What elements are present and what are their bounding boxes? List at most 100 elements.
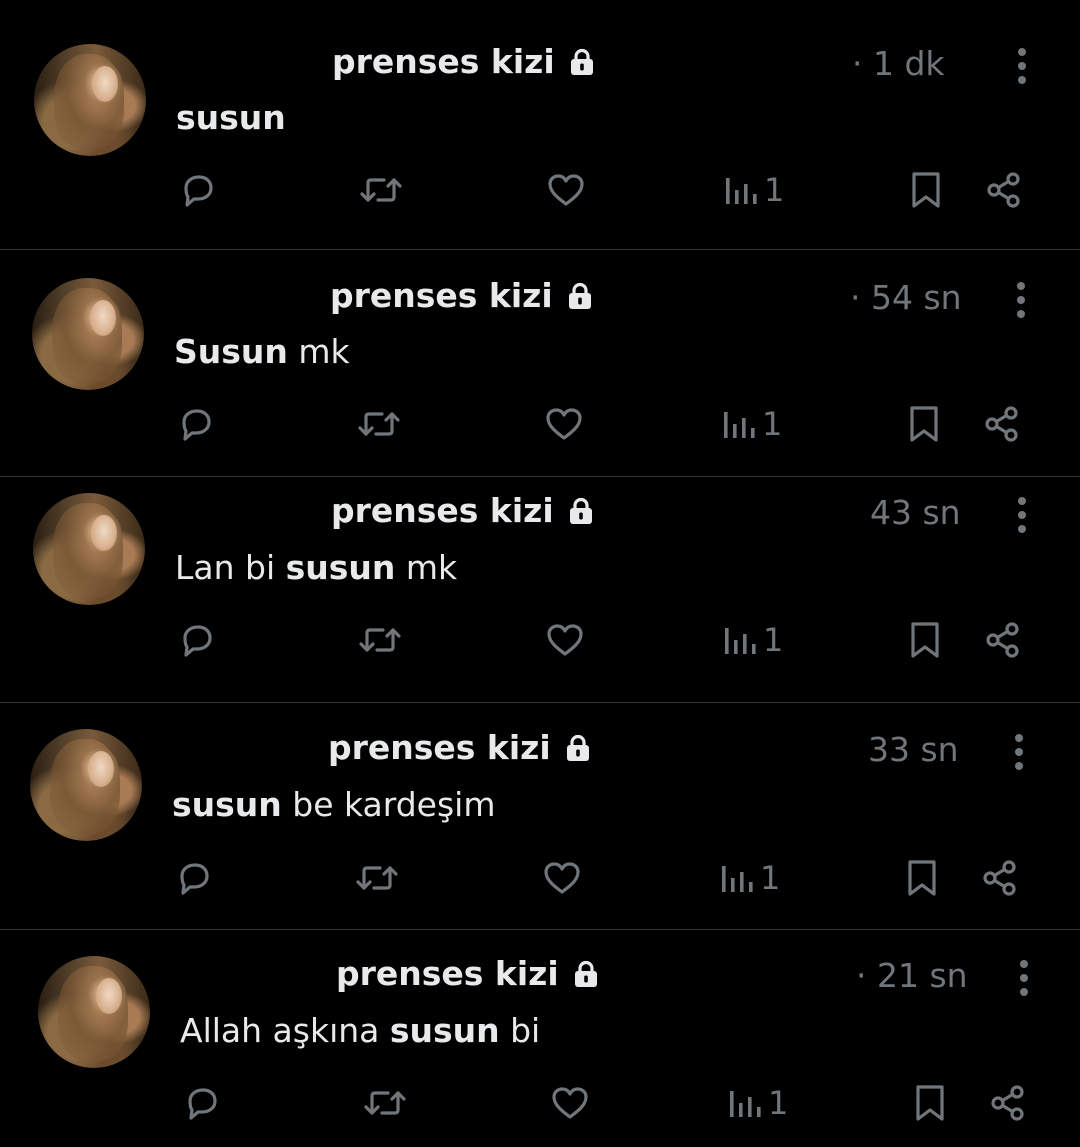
avatar-face	[88, 751, 114, 787]
avatar[interactable]	[32, 278, 144, 390]
bookmark-button[interactable]	[906, 402, 942, 446]
share-icon	[987, 172, 1020, 208]
like-button[interactable]	[542, 856, 582, 900]
tweet-text-span: bi	[499, 1011, 541, 1050]
reply-button[interactable]	[174, 856, 214, 900]
author-name[interactable]: prenses kizi	[328, 728, 591, 767]
tweet-actions: 1	[178, 168, 1078, 212]
tweet-text-span: Allah aşkına	[180, 1011, 390, 1050]
tweet[interactable]: prenses kizi · 21 sn Allah aşkına susun …	[0, 931, 1080, 1147]
reply-button[interactable]	[178, 168, 218, 212]
avatar-hair	[54, 54, 124, 149]
like-icon	[546, 408, 582, 440]
reply-icon	[183, 625, 212, 657]
avatar-hair	[52, 288, 122, 383]
timestamp[interactable]: · 21 sn	[856, 956, 968, 995]
share-icon	[985, 406, 1018, 442]
avatar[interactable]	[38, 956, 150, 1068]
tweet-text-bold: susun	[389, 1011, 500, 1050]
views-button[interactable]: 1	[724, 168, 784, 212]
views-count: 1	[762, 405, 783, 443]
retweet-icon	[359, 628, 401, 652]
views-button[interactable]: 1	[722, 402, 782, 446]
tweet-text-span: mk	[395, 548, 458, 587]
bookmark-button[interactable]	[904, 856, 940, 900]
share-button[interactable]	[988, 1081, 1028, 1125]
like-icon	[548, 174, 584, 206]
reply-button[interactable]	[182, 1081, 222, 1125]
like-icon	[547, 624, 583, 656]
tweet-text-bold: susun	[285, 548, 396, 587]
bookmark-icon	[912, 172, 940, 208]
reply-button[interactable]	[177, 618, 217, 662]
reply-button[interactable]	[176, 402, 216, 446]
bookmark-button[interactable]	[907, 618, 943, 662]
views-count: 1	[764, 171, 785, 209]
tweet-divider	[0, 702, 1080, 703]
tweet[interactable]: prenses kizi 33 sn susun be kardeşim 1	[0, 704, 1080, 930]
more-options-icon[interactable]	[1016, 495, 1028, 535]
retweet-icon	[356, 866, 398, 890]
views-button[interactable]: 1	[720, 856, 780, 900]
retweet-button[interactable]	[354, 856, 400, 900]
like-icon	[552, 1087, 588, 1119]
share-button[interactable]	[980, 856, 1020, 900]
like-button[interactable]	[545, 618, 585, 662]
avatar[interactable]	[34, 44, 146, 156]
share-icon	[991, 1085, 1024, 1121]
bookmark-button[interactable]	[912, 1081, 948, 1125]
bookmark-icon	[908, 860, 936, 896]
views-icon	[722, 866, 753, 892]
timestamp[interactable]: · 54 sn	[850, 278, 962, 317]
author-name[interactable]: prenses kizi	[330, 276, 593, 315]
avatar-face	[90, 300, 116, 336]
tweet-actions: 1	[176, 402, 1076, 446]
tweet-text: susun	[176, 98, 286, 137]
views-button[interactable]: 1	[728, 1081, 788, 1125]
more-options-icon[interactable]	[1018, 958, 1030, 998]
avatar[interactable]	[33, 493, 145, 605]
retweet-button[interactable]	[357, 618, 403, 662]
more-options-icon[interactable]	[1013, 732, 1025, 772]
share-button[interactable]	[982, 402, 1022, 446]
avatar[interactable]	[30, 729, 142, 841]
retweet-button[interactable]	[362, 1081, 408, 1125]
share-button[interactable]	[984, 168, 1024, 212]
like-button[interactable]	[546, 168, 586, 212]
views-count: 1	[760, 859, 781, 897]
more-options-icon[interactable]	[1015, 280, 1027, 320]
author-name[interactable]: prenses kizi	[336, 954, 599, 993]
views-icon	[724, 412, 755, 438]
timestamp[interactable]: 33 sn	[868, 730, 959, 769]
tweet[interactable]: prenses kizi · 1 dk susun 1	[0, 0, 1080, 250]
more-options-icon[interactable]	[1016, 46, 1028, 86]
share-button[interactable]	[983, 618, 1023, 662]
views-button[interactable]: 1	[723, 618, 783, 662]
views-icon	[725, 628, 756, 654]
like-button[interactable]	[544, 402, 584, 446]
author-name-label: prenses kizi	[331, 491, 554, 530]
bookmark-button[interactable]	[908, 168, 944, 212]
bookmark-icon	[910, 406, 938, 442]
tweet-text-bold: Susun	[174, 332, 288, 371]
bookmark-icon	[911, 622, 939, 658]
tweet[interactable]: prenses kizi · 54 sn Susun mk 1	[0, 252, 1080, 477]
tweet[interactable]: prenses kizi 43 sn Lan bi susun mk 1	[0, 478, 1080, 703]
tweet-text-span: mk	[287, 332, 350, 371]
like-button[interactable]	[550, 1081, 590, 1125]
avatar-face	[92, 66, 118, 102]
author-name-label: prenses kizi	[332, 42, 555, 81]
retweet-button[interactable]	[358, 168, 404, 212]
author-name[interactable]: prenses kizi	[332, 42, 595, 81]
tweet-divider	[0, 929, 1080, 930]
views-count: 1	[768, 1084, 789, 1122]
tweet-text: susun be kardeşim	[172, 785, 496, 824]
author-name[interactable]: prenses kizi	[331, 491, 594, 530]
lock-icon	[568, 282, 591, 309]
reply-icon	[188, 1088, 217, 1120]
timestamp[interactable]: · 1 dk	[852, 44, 945, 83]
tweet-actions: 1	[174, 856, 1074, 900]
timestamp[interactable]: 43 sn	[870, 493, 961, 532]
author-name-label: prenses kizi	[328, 728, 551, 767]
retweet-button[interactable]	[356, 402, 402, 446]
